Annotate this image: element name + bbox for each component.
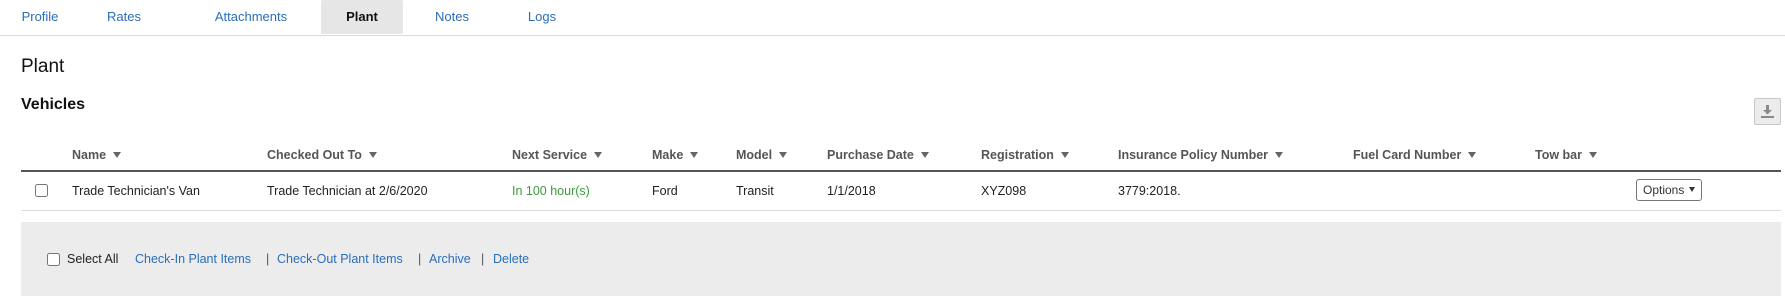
cell-name: Trade Technician's Van [72,184,200,198]
chevron-down-icon [1689,187,1696,193]
column-header-model[interactable]: Model [736,140,788,170]
cell-registration: XYZ098 [981,184,1027,198]
column-header-make[interactable]: Make [652,140,699,170]
column-header-label: Tow bar [1535,148,1582,162]
column-header-checked-out-to[interactable]: Checked Out To [267,140,377,170]
tab-attachments[interactable]: Attachments [200,0,302,34]
column-header-next-service[interactable]: Next Service [512,140,603,170]
tab-plant[interactable]: Plant [321,0,403,34]
column-header-name[interactable]: Name [72,140,122,170]
sort-caret-icon [779,151,788,158]
column-header-registration[interactable]: Registration [981,140,1069,170]
tab-logs[interactable]: Logs [516,0,568,34]
check-in-plant-items-link[interactable]: Check-In Plant Items [135,251,251,267]
tab-profile[interactable]: Profile [14,0,66,34]
download-icon [1761,105,1774,118]
table-row: Trade Technician's Van Trade Technician … [21,172,1781,211]
section-title: Vehicles [21,96,86,113]
options-label: Options [1643,183,1685,197]
sort-caret-icon [368,151,377,158]
cell-next-service: In 100 hour(s) [512,184,590,198]
download-button[interactable] [1754,98,1781,125]
sort-caret-icon [690,151,699,158]
check-out-plant-items-link[interactable]: Check-Out Plant Items [277,251,403,267]
separator: | [481,252,485,266]
sort-caret-icon [1468,151,1477,158]
bulk-actions-bar: Select All Check-In Plant Items | Check-… [21,222,1781,296]
sort-caret-icon [594,151,603,158]
column-header-label: Checked Out To [267,148,362,162]
cell-purchase-date: 1/1/2018 [827,184,876,198]
sort-caret-icon [1060,151,1069,158]
tab-notes[interactable]: Notes [428,0,476,34]
separator: | [266,252,270,266]
sort-caret-icon [920,151,929,158]
sort-caret-icon [113,151,122,158]
row-checkbox[interactable] [35,184,48,197]
column-header-label: Next Service [512,148,588,162]
sort-caret-icon [1275,151,1284,158]
select-all-checkbox[interactable] [47,253,60,266]
column-header-label: Insurance Policy Number [1118,148,1269,162]
tab-rates[interactable]: Rates [98,0,150,34]
column-header-insurance-policy-number[interactable]: Insurance Policy Number [1118,140,1284,170]
column-header-label: Model [736,148,773,162]
archive-link[interactable]: Archive [429,251,471,267]
tab-bar: Profile Rates Attachments Plant Notes Lo… [0,0,1785,36]
column-header-label: Fuel Card Number [1353,148,1462,162]
cell-insurance-policy-number: 3779:2018. [1118,184,1181,198]
column-header-purchase-date[interactable]: Purchase Date [827,140,929,170]
column-header-label: Name [72,148,107,162]
separator: | [418,252,422,266]
column-header-tow-bar[interactable]: Tow bar [1535,140,1597,170]
select-all-label[interactable]: Select All [67,251,118,267]
delete-link[interactable]: Delete [493,251,529,267]
cell-model: Transit [736,184,774,198]
row-options-button[interactable]: Options [1636,179,1702,201]
sort-caret-icon [1589,151,1597,158]
table-header: Name Checked Out To Next Service Make Mo… [21,140,1781,172]
cell-checked-out-to: Trade Technician at 2/6/2020 [267,184,428,198]
column-header-label: Make [652,148,684,162]
column-header-label: Registration [981,148,1054,162]
cell-make: Ford [652,184,678,198]
column-header-label: Purchase Date [827,148,914,162]
page-title: Plant [21,56,65,77]
column-header-fuel-card-number[interactable]: Fuel Card Number [1353,140,1477,170]
